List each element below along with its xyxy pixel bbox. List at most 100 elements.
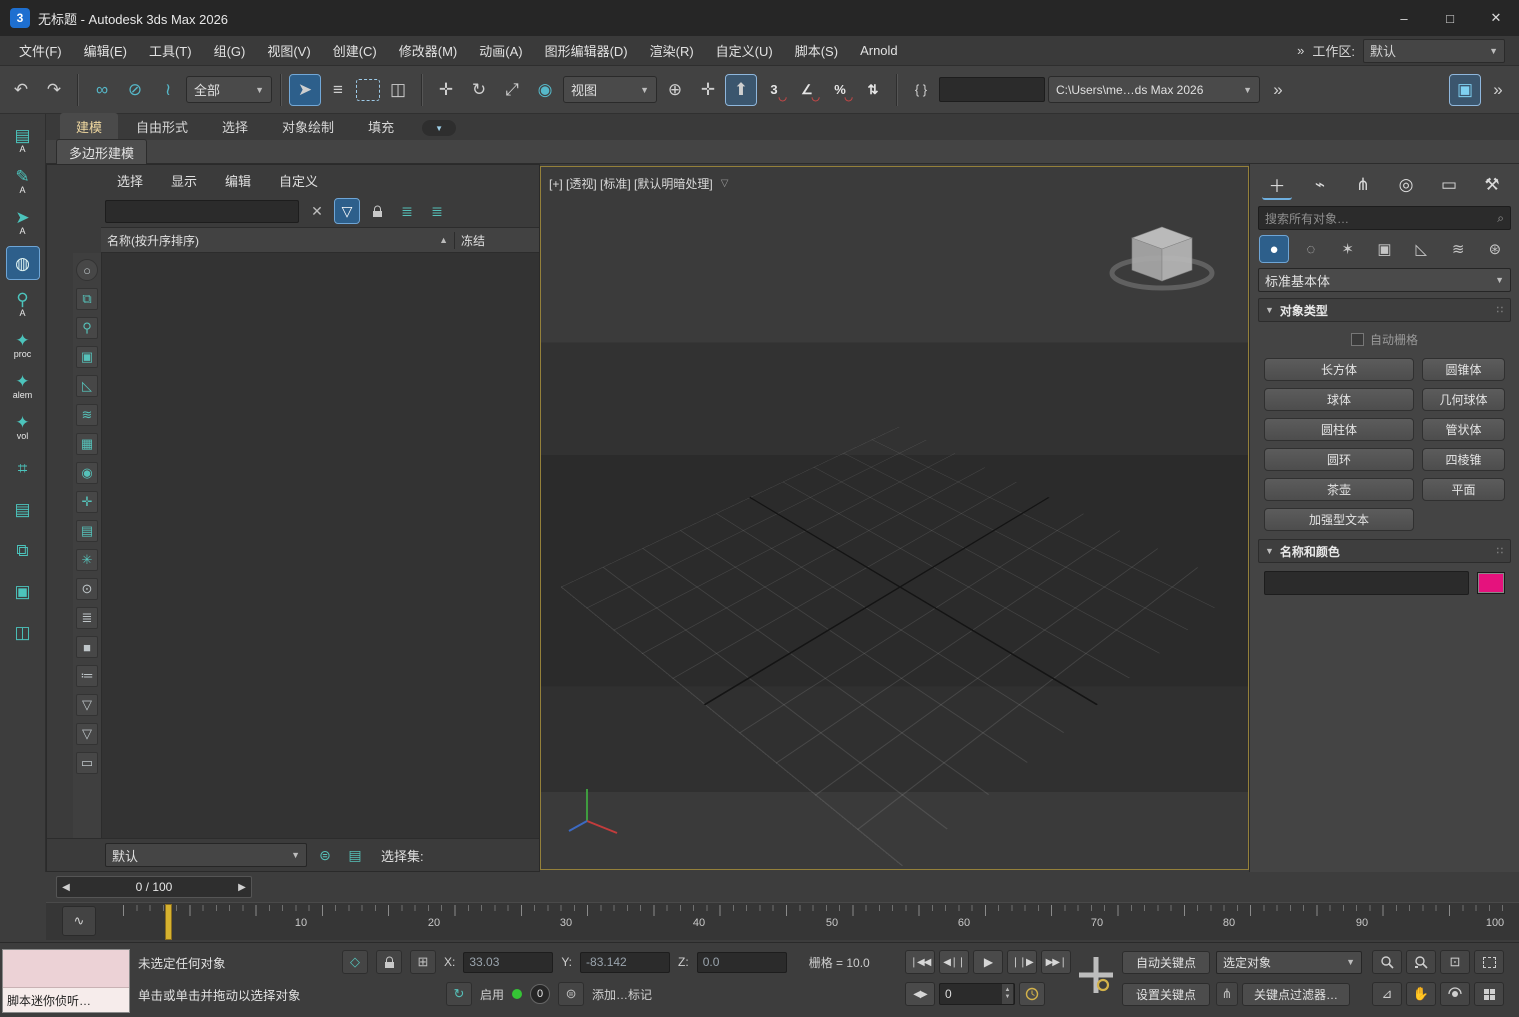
viewport-preview-icon[interactable]: ◍ [7,247,39,279]
isolate-selection-icon[interactable]: ◇ [342,950,368,974]
plane-button[interactable]: 平面 [1422,478,1505,501]
show-groups-filter-icon[interactable]: ◉ [76,462,98,484]
systems-category-icon[interactable]: ⊛ [1481,236,1509,262]
select-and-rotate-icon[interactable]: ↻ [464,75,494,105]
filter-funnel-icon[interactable]: ▽ [335,199,359,223]
y-coordinate-field[interactable]: -83.142 [580,952,670,973]
select-and-place-icon[interactable]: ◉ [530,75,560,105]
text-plus-button[interactable]: 加强型文本 [1264,508,1414,531]
menu-views[interactable]: 视图(V) [256,36,321,65]
select-and-scale-icon[interactable]: ⤢ [497,75,527,105]
pin-a-icon[interactable]: ⚲A [7,288,39,320]
next-frame-icon[interactable]: ▶ [233,882,251,893]
track-bar[interactable]: 10 20 30 40 50 60 70 80 90 100 [46,902,1519,940]
clear-search-icon[interactable]: ✕ [305,199,329,223]
maximize-button[interactable]: □ [1427,0,1473,36]
toolbar-overflow2-icon[interactable]: » [1483,75,1513,105]
explorer-menu-customize[interactable]: 自定义 [267,167,330,194]
menu-scripting[interactable]: 脚本(S) [784,36,849,65]
geosphere-button[interactable]: 几何球体 [1422,388,1505,411]
show-spacewarps-filter-icon[interactable]: ≋ [76,404,98,426]
show-cameras-filter-icon[interactable]: ▣ [76,346,98,368]
window-split-icon[interactable]: ◫ [7,616,39,648]
edit-script-a-icon[interactable]: ✎A [7,165,39,197]
explorer-menu-display[interactable]: 显示 [159,167,209,194]
display-tab-icon[interactable]: ▭ [1434,171,1464,199]
window-crossing-icon[interactable]: ◫ [383,75,413,105]
reference-coordinate-dropdown[interactable]: 视图 ▼ [563,76,657,103]
show-lights-filter-icon[interactable]: ⚲ [76,317,98,339]
zoom-region-icon[interactable] [1474,950,1504,974]
key-filters-icon[interactable]: ⋔ [1216,982,1238,1006]
ribbon-tab-freeform[interactable]: 自由形式 [120,113,204,140]
select-and-move-icon[interactable]: ✛ [431,75,461,105]
menu-create[interactable]: 创建(C) [322,36,388,65]
selected-objects-dropdown[interactable]: 选定对象 ▼ [1216,951,1362,974]
minimize-button[interactable]: – [1381,0,1427,36]
zero-counter-badge[interactable]: 0 [530,984,550,1004]
play-animation-icon[interactable]: ▶ [973,950,1003,974]
autogrid-checkbox[interactable] [1351,333,1364,346]
percent-snap-toggle-icon[interactable]: %◡ [825,75,855,105]
orbit-icon[interactable] [1440,982,1470,1006]
angle-snap-toggle-icon[interactable]: ∠◡ [792,75,822,105]
show-geometry-filter-icon[interactable]: ⧉ [76,288,98,310]
menu-overflow-icon[interactable]: » [1297,43,1304,58]
set-keys-button[interactable] [1076,949,1116,1001]
ribbon-tab-populate[interactable]: 填充 [352,113,410,140]
ribbon-subtab-polygon-modeling[interactable]: 多边形建模 [56,139,147,165]
select-and-link-icon[interactable]: ∞ [87,75,117,105]
add-time-tag-label[interactable]: 添加…标记 [592,986,652,1003]
search-icon[interactable]: ⌕ [1497,211,1504,226]
viewport-filter-funnel-icon[interactable]: ▽ [721,178,729,189]
use-pivot-point-center-icon[interactable]: ⬆ [726,75,756,105]
proc-tool-icon[interactable]: ✦proc [7,329,39,361]
explorer-menu-select[interactable]: 选择 [105,167,155,194]
zoom-extents-icon[interactable]: ⊡ [1440,950,1470,974]
folder-icon[interactable]: ▭ [76,752,98,774]
utilities-tab-icon[interactable]: ⚒ [1477,171,1507,199]
layer-manager-icon[interactable]: ▤ [343,843,367,867]
pan-view-icon[interactable]: ✋ [1406,982,1436,1006]
torus-button[interactable]: 圆环 [1264,448,1414,471]
menu-animation[interactable]: 动画(A) [468,36,533,65]
edit-named-selection-sets-icon[interactable]: { } [906,75,936,105]
hierarchy-view-icon[interactable]: ≣ [395,199,419,223]
select-by-name-icon[interactable]: ≡ [323,75,353,105]
panel-search-field[interactable]: 搜索所有对象… ⌕ [1258,206,1511,230]
selection-lock-icon[interactable] [376,950,402,974]
mini-curve-editor-button[interactable]: ∿ [62,906,96,936]
listener-pink-area[interactable] [3,950,129,987]
filter-add-icon[interactable]: ▽ [76,723,98,745]
menu-tools[interactable]: 工具(T) [138,36,203,65]
tube-button[interactable]: 管状体 [1422,418,1505,441]
cache-status-icon[interactable]: ↻ [446,982,472,1006]
object-type-rollout[interactable]: ▼ 对象类型 ∷ [1258,298,1511,322]
scene-script-a-icon[interactable]: ▤A [7,124,39,156]
time-configuration-icon[interactable] [1019,982,1045,1006]
rectangular-selection-region-icon[interactable] [356,79,380,101]
go-to-end-icon[interactable]: ▶▶❘ [1041,950,1071,974]
show-all-filter-icon[interactable]: ○ [76,259,98,281]
bind-to-spacewarp-icon[interactable]: ≀ [153,75,183,105]
key-mode-toggle-icon[interactable]: ◀▶ [905,982,935,1006]
modify-tab-icon[interactable]: ⌁ [1305,171,1335,199]
show-shapes-filter-icon[interactable]: ▦ [76,433,98,455]
previous-frame-button-icon[interactable]: ◀❘❘ [939,950,969,974]
shapes-category-icon[interactable]: ◌ [1297,236,1325,262]
spacewarps-category-icon[interactable]: ≋ [1444,236,1472,262]
sort-ascending-icon[interactable]: ▲ [439,235,448,245]
time-slider-handle[interactable] [165,904,172,940]
sphere-button[interactable]: 球体 [1264,388,1414,411]
object-color-swatch[interactable] [1477,572,1505,594]
menu-file[interactable]: 文件(F) [8,36,73,65]
menu-modifiers[interactable]: 修改器(M) [388,36,469,65]
close-button[interactable]: ✕ [1473,0,1519,36]
time-tag-icon[interactable]: ⊜ [558,982,584,1006]
time-slider[interactable]: ◀ 0 / 100 ▶ [56,876,252,898]
perspective-viewport[interactable]: [+] [透视] [标准] [默认明暗处理] ▽ [540,166,1249,870]
maximize-viewport-toggle-icon[interactable] [1474,982,1504,1006]
list-view-icon[interactable]: ≣ [76,607,98,629]
select-and-manipulate-icon[interactable]: ✛ [693,75,723,105]
workspace-dropdown[interactable]: 默认 ▼ [1363,39,1505,63]
